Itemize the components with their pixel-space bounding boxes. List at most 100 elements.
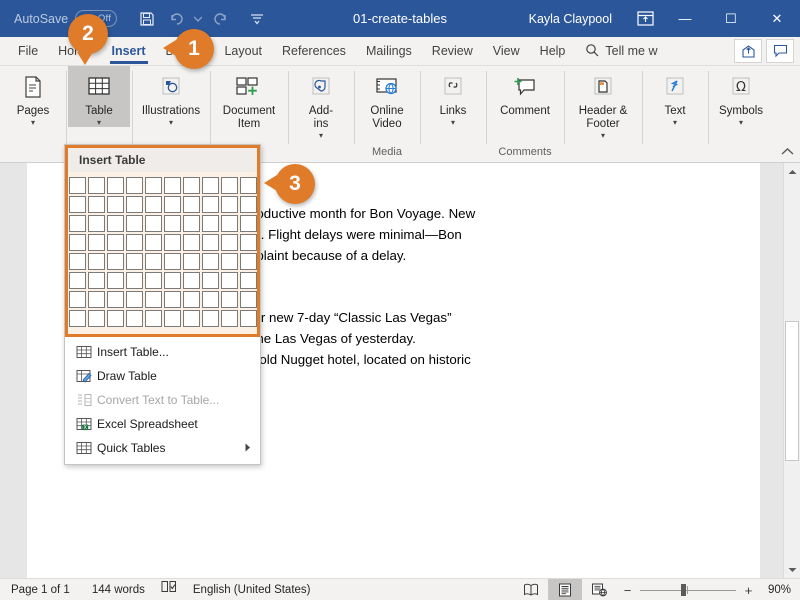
web-layout-button[interactable] xyxy=(582,579,616,600)
grid-cell[interactable] xyxy=(164,253,181,270)
grid-cell[interactable] xyxy=(183,196,200,213)
text-button[interactable]: Text ▾ xyxy=(644,66,706,127)
grid-cell[interactable] xyxy=(88,234,105,251)
grid-cell[interactable] xyxy=(202,234,219,251)
grid-cell[interactable] xyxy=(221,272,238,289)
grid-cell[interactable] xyxy=(145,234,162,251)
grid-cell[interactable] xyxy=(107,234,124,251)
grid-cell[interactable] xyxy=(88,253,105,270)
vertical-scrollbar[interactable] xyxy=(783,163,800,578)
tab-review[interactable]: Review xyxy=(422,37,483,66)
undo-icon[interactable] xyxy=(163,6,191,32)
tell-me-search[interactable]: Tell me w xyxy=(585,43,657,60)
grid-cell[interactable] xyxy=(69,234,86,251)
grid-cell[interactable] xyxy=(107,215,124,232)
proofing-errors-icon[interactable] xyxy=(156,579,182,600)
grid-cell[interactable] xyxy=(183,215,200,232)
chevron-down-icon[interactable]: ▾ xyxy=(319,132,323,140)
header-footer-button[interactable]: Header & Footer ▾ xyxy=(566,66,640,140)
redo-icon[interactable] xyxy=(205,6,233,32)
grid-cell[interactable] xyxy=(164,291,181,308)
chevron-down-icon[interactable]: ▾ xyxy=(601,132,605,140)
grid-cell[interactable] xyxy=(240,272,257,289)
tab-mailings[interactable]: Mailings xyxy=(356,37,422,66)
collapse-ribbon-icon[interactable] xyxy=(781,147,794,159)
comments-icon[interactable] xyxy=(766,39,794,63)
menu-insert-table[interactable]: Insert Table... xyxy=(65,340,260,364)
zoom-out-button[interactable]: − xyxy=(622,583,633,598)
grid-cell[interactable] xyxy=(126,234,143,251)
grid-cell[interactable] xyxy=(69,196,86,213)
maximize-button[interactable]: ☐ xyxy=(708,0,754,37)
grid-cell[interactable] xyxy=(202,272,219,289)
grid-cell[interactable] xyxy=(145,177,162,194)
scrollbar-thumb[interactable] xyxy=(785,321,799,461)
menu-draw-table[interactable]: Draw Table xyxy=(65,364,260,388)
scroll-down-icon[interactable] xyxy=(784,561,800,578)
zoom-control[interactable]: − + 90% xyxy=(616,583,800,598)
insert-table-grid[interactable] xyxy=(68,172,257,334)
grid-cell[interactable] xyxy=(88,177,105,194)
customize-quick-access-toolbar-icon[interactable] xyxy=(243,6,271,32)
word-count[interactable]: 144 words xyxy=(81,579,156,600)
grid-cell[interactable] xyxy=(145,272,162,289)
grid-cell[interactable] xyxy=(202,196,219,213)
grid-cell[interactable] xyxy=(240,253,257,270)
tab-help[interactable]: Help xyxy=(530,37,576,66)
chevron-down-icon[interactable]: ▾ xyxy=(673,119,677,127)
tab-layout[interactable]: Layout xyxy=(214,37,272,66)
minimize-button[interactable]: — xyxy=(662,0,708,37)
grid-cell[interactable] xyxy=(202,310,219,327)
grid-cell[interactable] xyxy=(69,177,86,194)
grid-cell[interactable] xyxy=(69,291,86,308)
grid-cell[interactable] xyxy=(221,310,238,327)
grid-cell[interactable] xyxy=(240,234,257,251)
grid-cell[interactable] xyxy=(69,310,86,327)
menu-excel-spreadsheet[interactable]: X Excel Spreadsheet xyxy=(65,412,260,436)
grid-cell[interactable] xyxy=(145,310,162,327)
grid-cell[interactable] xyxy=(126,215,143,232)
grid-cell[interactable] xyxy=(88,291,105,308)
chevron-down-icon[interactable]: ▾ xyxy=(97,119,101,127)
grid-cell[interactable] xyxy=(221,196,238,213)
undo-dropdown-icon[interactable] xyxy=(193,6,203,32)
grid-cell[interactable] xyxy=(126,253,143,270)
grid-cell[interactable] xyxy=(202,177,219,194)
grid-cell[interactable] xyxy=(88,196,105,213)
grid-cell[interactable] xyxy=(183,272,200,289)
grid-cell[interactable] xyxy=(164,215,181,232)
grid-cell[interactable] xyxy=(88,215,105,232)
share-icon[interactable] xyxy=(734,39,762,63)
grid-cell[interactable] xyxy=(240,177,257,194)
grid-cell[interactable] xyxy=(164,234,181,251)
grid-cell[interactable] xyxy=(107,253,124,270)
grid-cell[interactable] xyxy=(69,215,86,232)
grid-cell[interactable] xyxy=(164,196,181,213)
pages-button[interactable]: Pages ▾ xyxy=(2,66,64,127)
grid-cell[interactable] xyxy=(240,291,257,308)
document-item-button[interactable]: Document Item xyxy=(212,66,286,131)
zoom-in-button[interactable]: + xyxy=(743,583,754,598)
ribbon-display-options-icon[interactable] xyxy=(628,0,662,37)
grid-cell[interactable] xyxy=(107,310,124,327)
close-button[interactable]: ✕ xyxy=(754,0,800,37)
page-info[interactable]: Page 1 of 1 xyxy=(0,579,81,600)
grid-cell[interactable] xyxy=(164,310,181,327)
read-mode-button[interactable] xyxy=(514,579,548,600)
zoom-slider-thumb[interactable] xyxy=(681,584,686,596)
grid-cell[interactable] xyxy=(69,272,86,289)
tab-references[interactable]: References xyxy=(272,37,356,66)
grid-cell[interactable] xyxy=(183,253,200,270)
tab-insert[interactable]: Insert xyxy=(102,37,156,66)
save-icon[interactable] xyxy=(133,6,161,32)
grid-cell[interactable] xyxy=(145,291,162,308)
grid-cell[interactable] xyxy=(221,253,238,270)
grid-cell[interactable] xyxy=(183,234,200,251)
grid-cell[interactable] xyxy=(240,310,257,327)
chevron-down-icon[interactable]: ▾ xyxy=(739,119,743,127)
grid-cell[interactable] xyxy=(202,253,219,270)
table-button[interactable]: Table ▾ xyxy=(68,66,130,127)
grid-cell[interactable] xyxy=(126,177,143,194)
grid-cell[interactable] xyxy=(202,291,219,308)
grid-cell[interactable] xyxy=(126,272,143,289)
